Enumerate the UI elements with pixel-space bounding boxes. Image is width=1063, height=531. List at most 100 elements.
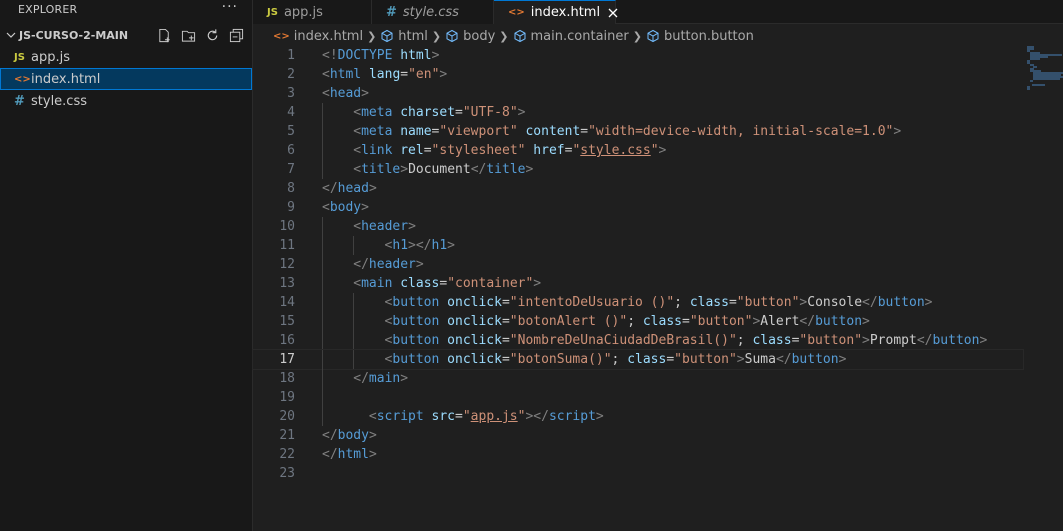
code-line[interactable]: 10 <header> (253, 217, 1023, 236)
code-token: > (439, 67, 448, 82)
indent-guide (322, 293, 323, 312)
code-token: class (752, 333, 792, 348)
code-token: < (368, 409, 377, 424)
code-token: > (533, 276, 542, 291)
code-line[interactable]: 11 <h1></h1> (253, 236, 1023, 255)
code-line[interactable]: 9 <body> (253, 198, 1023, 217)
code-line[interactable]: 14 <button onclick="intentoDeUsuario ()";… (253, 293, 1023, 312)
code-token: button (392, 333, 440, 348)
code-token: "UTF-8" (462, 105, 518, 120)
new-folder-icon[interactable] (180, 27, 196, 43)
code-token: h1 (431, 238, 448, 253)
tab-label: style.css (402, 4, 459, 20)
file-item-style-css[interactable]: # style.css (0, 90, 252, 112)
tab-app-js[interactable]: JS app.js (253, 0, 372, 24)
code-line[interactable]: 21 </body> (253, 426, 1023, 445)
code-line[interactable]: 5 <meta name="viewport" content="width=de… (253, 122, 1023, 141)
code-content: </main> (353, 369, 408, 388)
code-token: title (361, 162, 401, 177)
code-token: header (361, 219, 409, 234)
tab-style-css[interactable]: # style.css (372, 0, 494, 24)
code-token: button (877, 295, 925, 310)
code-line[interactable]: 17 <button onclick="botonSuma()"; class="… (252, 349, 1024, 370)
code-line[interactable]: 4 <meta charset="UTF-8"> (253, 103, 1023, 122)
code-content: <button onclick="botonAlert ()"; class="… (385, 312, 870, 331)
code-token: onclick (447, 314, 502, 329)
code-line[interactable]: 6 <link rel="stylesheet" href="style.css"… (253, 141, 1023, 160)
chevron-right-icon: ❯ (632, 29, 642, 43)
code-line[interactable]: 18 </main> (253, 369, 1023, 388)
more-actions-icon[interactable]: ··· (222, 0, 238, 15)
file-item-index-html[interactable]: <> index.html (0, 68, 252, 90)
minimap[interactable] (1023, 46, 1063, 106)
folder-row[interactable]: JS-CURSO-2-MAIN (0, 24, 252, 46)
line-number: 18 (279, 371, 295, 386)
close-icon[interactable] (608, 8, 618, 18)
code-token: > (517, 105, 526, 120)
chevron-down-icon[interactable] (4, 30, 18, 40)
code-token: = (501, 295, 510, 310)
code-line[interactable]: 15 <button onclick="botonAlert ()"; class… (253, 312, 1023, 331)
code-token: body (329, 200, 362, 215)
minimap-line (1030, 80, 1034, 82)
element-icon (380, 29, 394, 43)
code-token: "viewport" (439, 124, 518, 139)
code-content: </head> (322, 179, 377, 198)
code-line[interactable]: 12 </header> (253, 255, 1023, 274)
code-token: body (337, 428, 369, 443)
breadcrumb-item-main[interactable]: main.container ❯ (513, 29, 646, 44)
breadcrumb-item-html[interactable]: html ❯ (380, 29, 445, 44)
new-file-icon[interactable] (156, 27, 172, 43)
tab-label: app.js (283, 4, 323, 20)
file-label: app.js (31, 49, 70, 65)
code-line[interactable]: 7 <title>Document</title> (253, 160, 1023, 179)
refresh-icon[interactable] (204, 27, 220, 43)
code-content: <title>Document</title> (353, 160, 533, 179)
html-file-icon: <> (508, 7, 525, 18)
indent-guide (322, 274, 323, 293)
code-token: > (924, 295, 933, 310)
code-token: > (447, 238, 455, 253)
code-token: = (682, 314, 690, 329)
tab-label: index.html (530, 5, 601, 20)
code-token: ; (674, 295, 690, 310)
collapse-all-icon[interactable] (228, 27, 244, 43)
code-token: onclick (447, 295, 502, 310)
code-editor[interactable]: 1 <!DOCTYPE html> 2 <html lang="en"> 3 <head>… (252, 46, 1024, 531)
code-line[interactable]: 3 <head> (253, 84, 1023, 103)
code-line[interactable]: 19 (253, 388, 1023, 407)
file-item-app-js[interactable]: JS app.js (0, 46, 252, 68)
code-line[interactable]: 8 </head> (253, 179, 1023, 198)
breadcrumb-item-button[interactable]: button.button (646, 29, 754, 44)
code-token: = (501, 352, 510, 367)
code-token: meta (361, 105, 393, 120)
breadcrumb-item-body[interactable]: body ❯ (445, 29, 512, 44)
code-line[interactable]: 2 <html lang="en"> (253, 65, 1023, 84)
code-token: </ (775, 352, 792, 367)
code-line[interactable]: 20 <script src="app.js"></script> (253, 407, 1023, 426)
code-content: <script src="app.js"></script> (369, 407, 604, 426)
code-line[interactable]: 22 </html> (253, 445, 1023, 464)
breadcrumb-item-file[interactable]: <> index.html ❯ (273, 29, 380, 44)
code-line[interactable]: 16 <button onclick="NombreDeUnaCiudadDeBr… (253, 331, 1023, 350)
code-line[interactable]: 23 (253, 464, 1023, 483)
tab-bar: JS app.js # style.css <> index.html (253, 0, 1063, 24)
code-token: class (642, 314, 682, 329)
code-line[interactable]: 1 <!DOCTYPE html> (253, 46, 1023, 65)
line-number: 16 (279, 333, 295, 348)
code-token: > (658, 143, 667, 158)
file-label: style.css (31, 93, 87, 109)
code-token: onclick (447, 352, 502, 367)
explorer-title: EXPLORER (18, 2, 78, 16)
line-number: 10 (279, 219, 295, 234)
element-icon (445, 29, 459, 43)
code-token: > (595, 409, 604, 424)
code-line[interactable]: 13 <main class="container"> (253, 274, 1023, 293)
line-number: 9 (287, 200, 295, 215)
breadcrumb-label: html (398, 28, 428, 44)
tab-index-html[interactable]: <> index.html (494, 0, 618, 24)
